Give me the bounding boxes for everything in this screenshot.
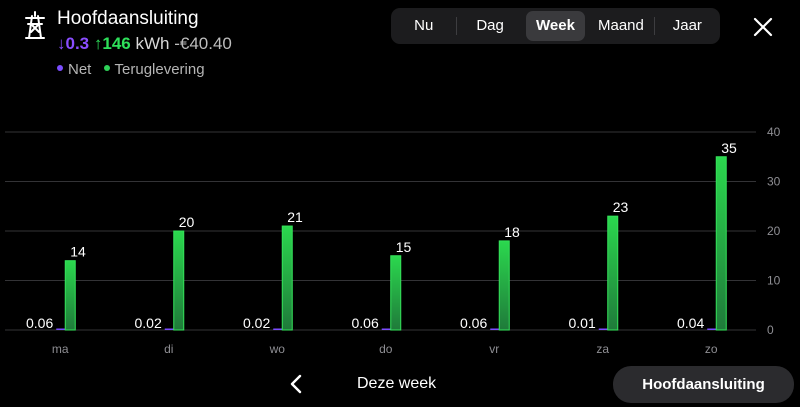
tab-year[interactable]: Jaar — [658, 11, 717, 41]
net-bar — [490, 328, 500, 330]
return-bar — [390, 255, 402, 331]
net-value-label: 0.01 — [569, 315, 596, 331]
tab-divider — [456, 17, 458, 35]
chart-grid — [5, 131, 756, 331]
chart-bars — [56, 156, 727, 331]
return-value-label: 15 — [396, 239, 412, 255]
return-bar — [173, 230, 185, 331]
net-value-label: 0.06 — [460, 315, 487, 331]
net-bar — [598, 328, 608, 330]
net-value-label: 0.02 — [135, 315, 162, 331]
return-value-label: 23 — [613, 199, 629, 215]
tab-week[interactable]: Week — [525, 11, 586, 41]
y-tick-label: 10 — [767, 274, 781, 288]
net-bar — [273, 328, 283, 330]
period-tabs: Nu Dag Week Maand Jaar — [391, 8, 720, 44]
tab-now[interactable]: Nu — [394, 11, 453, 41]
net-value-label: 0.06 — [26, 315, 53, 331]
legend-dot — [57, 65, 63, 72]
net-value: 0.3 — [65, 34, 90, 53]
net-value-label: 0.04 — [677, 315, 704, 331]
power-tower-icon — [25, 11, 45, 39]
energy-summary: ↓0.3 ↑146 kWh -€40.40 — [57, 34, 232, 54]
x-tick-label: vr — [489, 342, 499, 356]
legend-item-return: Teruglevering — [103, 61, 205, 78]
cost-value: -€40.40 — [174, 34, 232, 53]
legend-label: Teruglevering — [114, 61, 205, 78]
net-bar — [164, 328, 174, 330]
return-bar — [607, 215, 619, 331]
unit-label: kWh — [135, 34, 170, 53]
x-tick-label: wo — [269, 342, 286, 356]
meter-select-button[interactable]: Hoofdaansluiting — [613, 366, 794, 403]
return-bar — [64, 260, 76, 331]
net-bar — [56, 328, 66, 330]
net-bar — [381, 328, 391, 330]
close-icon[interactable] — [751, 15, 775, 39]
net-value-label: 0.02 — [243, 315, 270, 331]
return-value-label: 18 — [504, 224, 520, 240]
energy-bar-chart: 0102030400.0614ma0.0220di0.0221wo0.0615d… — [5, 125, 781, 356]
net-bar — [707, 328, 717, 330]
y-tick-label: 40 — [767, 125, 781, 139]
legend-item-net: Net — [57, 61, 91, 78]
net-value-label: 0.06 — [352, 315, 379, 331]
tab-divider — [653, 17, 655, 35]
footer: Deze week Hoofdaansluiting — [0, 360, 800, 407]
return-value-label: 14 — [70, 244, 86, 260]
chart-labels: 0102030400.0614ma0.0220di0.0221wo0.0615d… — [26, 125, 781, 356]
legend-label: Net — [68, 61, 92, 78]
x-tick-label: ma — [52, 342, 69, 356]
y-tick-label: 20 — [767, 224, 781, 238]
return-value-label: 35 — [721, 140, 737, 156]
chevron-left-icon[interactable] — [286, 372, 308, 396]
return-bar — [498, 240, 510, 331]
header: Hoofdaansluiting ↓0.3 ↑146 kWh -€40.40 N… — [0, 0, 800, 90]
page-title: Hoofdaansluiting — [57, 8, 199, 29]
x-tick-label: do — [379, 342, 393, 356]
return-bar — [281, 225, 293, 331]
net-arrow-icon: ↓ — [57, 34, 66, 53]
y-tick-label: 0 — [767, 323, 774, 337]
return-value: 146 — [102, 34, 131, 53]
return-value-label: 20 — [179, 214, 195, 230]
chart-legend: Net Teruglevering — [57, 61, 213, 78]
tab-day[interactable]: Dag — [460, 11, 519, 41]
tab-month[interactable]: Maand — [591, 11, 650, 41]
return-value-label: 21 — [287, 209, 303, 225]
legend-dot — [103, 65, 110, 72]
period-label: Deze week — [357, 375, 437, 392]
y-tick-label: 30 — [767, 175, 781, 189]
x-tick-label: zo — [705, 342, 718, 356]
x-tick-label: za — [596, 342, 609, 356]
x-tick-label: di — [164, 342, 173, 356]
return-bar — [715, 156, 727, 331]
